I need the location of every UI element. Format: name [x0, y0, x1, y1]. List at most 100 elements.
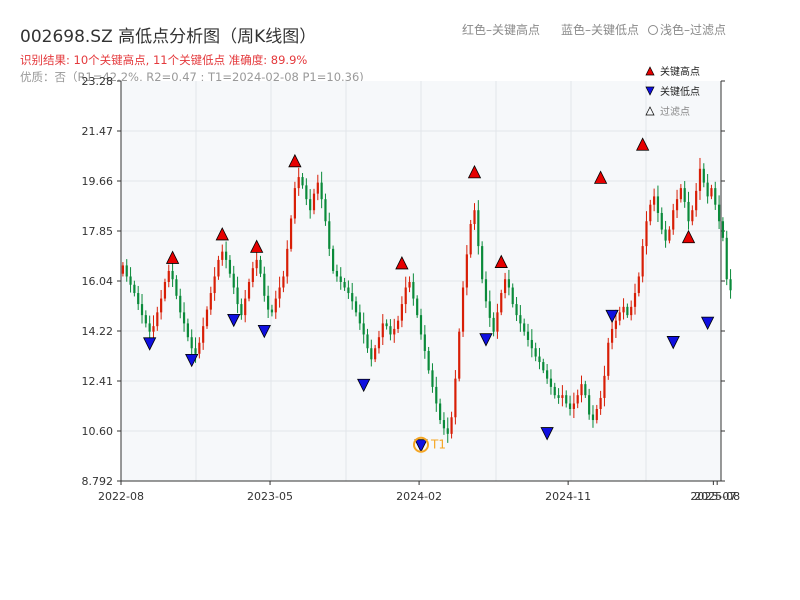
candle-body — [381, 323, 384, 338]
candle-body — [316, 182, 319, 194]
candle-body — [209, 293, 212, 310]
candle-body — [675, 199, 679, 211]
candle-body — [446, 428, 449, 434]
candle-body — [354, 301, 358, 313]
candle-body — [167, 270, 170, 282]
candle-body — [568, 403, 572, 409]
candle-body — [664, 229, 667, 241]
candle-body — [481, 246, 484, 280]
candle-body — [171, 270, 174, 280]
candle-body — [465, 254, 468, 288]
candle-body — [580, 384, 583, 396]
candle-body — [293, 188, 296, 219]
candle-body — [687, 201, 690, 222]
candle-body — [351, 293, 354, 302]
y-tick-label: 23.28 — [82, 75, 114, 88]
candle-body — [645, 221, 648, 247]
candle-body — [729, 279, 732, 291]
candle-body — [370, 348, 373, 360]
candle-body — [301, 177, 304, 186]
candle-body — [695, 190, 698, 211]
candle-body — [198, 342, 201, 354]
candle-body — [507, 279, 510, 288]
candle-body — [289, 218, 293, 249]
candle-body — [282, 276, 285, 288]
candle-body — [160, 298, 163, 313]
candle-body — [152, 326, 155, 332]
candle-body — [286, 248, 289, 277]
candle-body — [190, 337, 193, 349]
y-tick-label: 14.22 — [82, 325, 114, 338]
candle-body — [125, 265, 128, 277]
candle-body — [614, 320, 618, 329]
candle-body — [335, 270, 339, 277]
candle-body — [679, 188, 682, 200]
candle-body — [714, 188, 717, 205]
candle-body — [366, 334, 369, 349]
candle-body — [324, 199, 327, 222]
candle-body — [194, 348, 197, 354]
candle-body — [339, 276, 342, 282]
candle-body — [439, 403, 442, 421]
x-tick-label: 2024-11 — [545, 490, 591, 503]
candle-body — [274, 298, 277, 313]
legend-label: 过滤点 — [660, 105, 690, 118]
candle-body — [702, 168, 705, 183]
candle-body — [706, 182, 709, 197]
candle-body — [156, 312, 159, 327]
candle-body — [461, 287, 465, 332]
candle-body — [320, 182, 323, 200]
candle-body — [588, 395, 591, 415]
candle-body — [656, 196, 660, 213]
candle-body — [473, 210, 476, 225]
y-tick-label: 12.41 — [82, 375, 114, 388]
candle-body — [691, 210, 694, 222]
candle-body — [637, 276, 640, 294]
candle-body — [328, 221, 331, 249]
candle-body — [710, 188, 713, 197]
candle-body — [213, 276, 216, 294]
candle-body — [435, 386, 438, 404]
candle-body — [179, 295, 182, 313]
candle-body — [492, 317, 495, 332]
candle-body — [454, 378, 457, 418]
candle-body — [129, 276, 132, 285]
candle-body — [148, 323, 151, 332]
candle-body — [610, 328, 614, 343]
candle-body — [442, 420, 446, 429]
candle-body — [557, 395, 560, 398]
x-tick-label: 2024-02 — [396, 490, 442, 503]
candle-body — [477, 210, 480, 247]
candle-body — [618, 312, 621, 321]
candle-body — [496, 312, 499, 332]
candle-body — [458, 331, 461, 379]
candle-body — [175, 279, 178, 296]
candle-body — [240, 304, 243, 316]
candle-body — [649, 204, 652, 222]
legend-marker — [645, 66, 655, 76]
candle-body — [163, 281, 167, 299]
candle-body — [247, 281, 251, 299]
legend-label: 关键高点 — [660, 65, 700, 78]
t1-label: T1 — [430, 438, 446, 452]
candle-body — [500, 293, 503, 313]
candle-body — [546, 370, 549, 379]
candle-body — [584, 384, 587, 396]
candle-body — [626, 306, 629, 316]
candle-body — [408, 281, 411, 288]
candle-body — [419, 315, 423, 335]
candle-body — [633, 293, 637, 307]
candle-body — [519, 315, 522, 324]
candle-body — [553, 386, 556, 396]
candle-body — [385, 323, 388, 327]
candle-body — [358, 312, 361, 324]
x-tick-label: 2025-07 — [690, 490, 736, 503]
candle-body — [672, 210, 675, 230]
candle-body — [488, 301, 491, 318]
candle-body — [137, 293, 140, 305]
candle-body — [393, 328, 396, 335]
candle-body — [182, 312, 186, 324]
candle-body — [263, 273, 266, 296]
candle-body — [599, 397, 602, 409]
y-tick-label: 21.47 — [82, 125, 114, 138]
